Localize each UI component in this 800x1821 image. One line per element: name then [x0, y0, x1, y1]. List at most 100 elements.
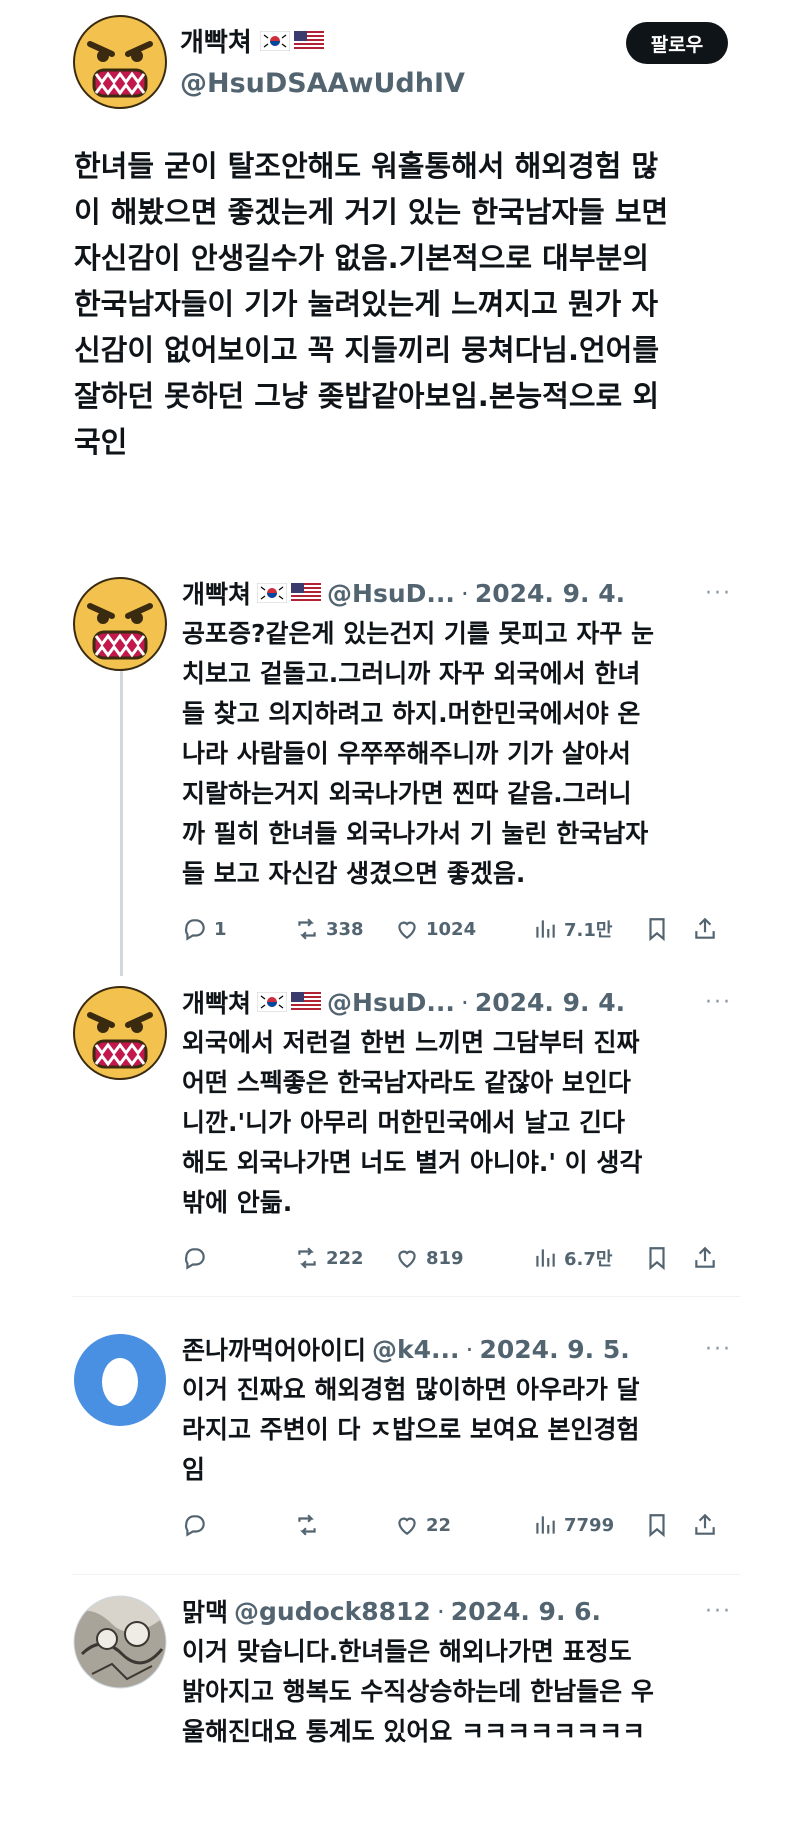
more-options-icon[interactable]: ···	[705, 581, 732, 606]
follow-button[interactable]: 팔로우	[626, 22, 728, 64]
reply-date[interactable]: 2024. 9. 6.	[451, 1597, 601, 1626]
views-chart-icon	[536, 920, 555, 938]
reply-author-handle[interactable]: @HsuD...	[327, 988, 455, 1017]
reply-icon	[184, 1515, 205, 1537]
like-count: 819	[426, 1247, 464, 1269]
reply-author-handle[interactable]: @k4...	[372, 1335, 460, 1364]
share-action[interactable]	[692, 1512, 718, 1538]
reply-action[interactable]: 1	[182, 916, 227, 942]
reply-author-name[interactable]: 맑맥	[182, 1593, 228, 1629]
action-bar: 1 338 1024 7.1만	[182, 912, 742, 946]
heart-icon	[398, 921, 416, 939]
reply-body: 존나까먹어아이디 @k4... · 2024. 9. 5. ··· 이거 진짜요…	[182, 1332, 732, 1542]
flag-icons	[259, 30, 324, 51]
like-action[interactable]: 1024	[394, 916, 476, 942]
egg-avatar[interactable]	[72, 1332, 168, 1428]
korea-flag-icon	[257, 583, 288, 603]
angry-face-avatar[interactable]	[72, 576, 168, 672]
views-count: 7799	[564, 1514, 615, 1536]
reply-icon	[184, 1248, 205, 1270]
main-tweet-text: 한녀들 굳이 탈조안해도 워홀통해서 해외경험 많 이 해봤으면 좋겠는게 거기…	[74, 149, 669, 459]
action-bar: 222 819 6.7만	[182, 1241, 742, 1275]
reply-text: 외국에서 저런걸 한번 느끼면 그담부터 진짜 어떤 스펙좋은 한국남자라도 같…	[182, 1028, 643, 1217]
reply-header: 개빡쳐 @HsuD... · 2024. 9. 4. ···	[182, 985, 732, 1019]
retweet-action[interactable]	[294, 1512, 320, 1538]
reply-body: 개빡쳐 @HsuD... · 2024. 9. 4. ··· 외국에서 저런걸 …	[182, 985, 732, 1275]
views-chart-icon	[536, 1516, 555, 1534]
angry-face-avatar[interactable]	[72, 14, 168, 110]
flag-icons	[257, 992, 322, 1012]
reply-text: 이거 맞습니다.한녀들은 해외나가면 표정도 밝아지고 행복도 수직상승하는데 …	[182, 1637, 654, 1746]
separator-dot: ·	[436, 1596, 445, 1626]
author-name[interactable]: 개빡쳐	[180, 22, 252, 59]
heart-icon	[398, 1250, 416, 1268]
views-action[interactable]: 6.7만	[532, 1245, 612, 1271]
retweet-icon	[298, 918, 316, 940]
share-icon	[695, 917, 715, 939]
reply-date[interactable]: 2024. 9. 4.	[475, 579, 625, 608]
reply-author-name[interactable]: 존나까먹어아이디	[182, 1331, 366, 1367]
share-icon	[695, 1246, 715, 1268]
reply-author-name[interactable]: 개빡쳐	[182, 984, 251, 1020]
separator-dot: ·	[460, 578, 469, 608]
reply-action[interactable]	[182, 1512, 208, 1538]
usa-flag-icon	[291, 583, 322, 603]
manga-avatar[interactable]	[72, 1594, 168, 1690]
usa-flag-icon	[293, 30, 324, 51]
angry-face-avatar[interactable]	[72, 985, 168, 1081]
reply-body: 개빡쳐 @HsuD... · 2024. 9. 4. ··· 공포증?같은게 있…	[182, 576, 732, 946]
views-action[interactable]: 7.1만	[532, 916, 612, 942]
retweet-action[interactable]: 222	[294, 1245, 364, 1271]
divider	[72, 1574, 740, 1575]
reply-count: 1	[214, 918, 227, 940]
main-tweet-header: 개빡쳐 @HsuDSAAwUdhIV 팔로우	[72, 12, 728, 112]
views-count: 7.1만	[564, 920, 613, 941]
like-action[interactable]: 819	[394, 1245, 464, 1271]
separator-dot: ·	[465, 1334, 474, 1364]
author-name-row: 개빡쳐	[180, 22, 324, 59]
more-options-icon[interactable]: ···	[705, 1337, 732, 1362]
action-bar: 22 7799	[182, 1508, 742, 1542]
bookmark-action[interactable]	[644, 916, 670, 942]
retweet-action[interactable]: 338	[294, 916, 364, 942]
retweet-icon	[298, 1247, 316, 1269]
retweet-icon	[298, 1514, 316, 1536]
like-count: 22	[426, 1514, 452, 1536]
thread-connector-line	[120, 626, 123, 976]
reply-author-handle[interactable]: @gudock8812	[234, 1597, 431, 1626]
bookmark-icon	[649, 918, 665, 942]
retweet-count: 222	[326, 1247, 364, 1269]
reply-author-handle[interactable]: @HsuD...	[327, 579, 455, 608]
separator-dot: ·	[460, 987, 469, 1017]
flag-icons	[257, 583, 322, 603]
reply-body: 맑맥 @gudock8812 · 2024. 9. 6. ··· 이거 맞습니다…	[182, 1594, 732, 1752]
reply-header: 존나까먹어아이디 @k4... · 2024. 9. 5. ···	[182, 1332, 732, 1366]
reply-header: 개빡쳐 @HsuD... · 2024. 9. 4. ···	[182, 576, 732, 610]
views-count: 6.7만	[564, 1249, 613, 1270]
reply-author-name[interactable]: 개빡쳐	[182, 575, 251, 611]
like-action[interactable]: 22	[394, 1512, 451, 1538]
reply-header: 맑맥 @gudock8812 · 2024. 9. 6. ···	[182, 1594, 732, 1628]
bookmark-action[interactable]	[644, 1245, 670, 1271]
bookmark-action[interactable]	[644, 1512, 670, 1538]
reply-action[interactable]	[182, 1245, 208, 1271]
views-chart-icon	[536, 1249, 555, 1267]
korea-flag-icon	[259, 30, 290, 51]
bookmark-icon	[649, 1247, 665, 1271]
retweet-count: 338	[326, 918, 364, 940]
usa-flag-icon	[291, 992, 322, 1012]
reply-date[interactable]: 2024. 9. 4.	[475, 988, 625, 1017]
author-handle[interactable]: @HsuDSAAwUdhIV	[180, 68, 465, 99]
views-action[interactable]: 7799	[532, 1512, 614, 1538]
reply-date[interactable]: 2024. 9. 5.	[479, 1335, 629, 1364]
divider	[72, 1296, 740, 1297]
like-count: 1024	[426, 918, 477, 940]
share-action[interactable]	[692, 916, 718, 942]
more-options-icon[interactable]: ···	[705, 1599, 732, 1624]
share-icon	[695, 1513, 715, 1535]
reply-text: 공포증?같은게 있는건지 기를 못피고 자꾸 눈 치보고 겉돌고.그러니까 자꾸…	[182, 619, 655, 888]
more-options-icon[interactable]: ···	[705, 990, 732, 1015]
share-action[interactable]	[692, 1245, 718, 1271]
bookmark-icon	[649, 1514, 665, 1538]
heart-icon	[398, 1517, 416, 1535]
